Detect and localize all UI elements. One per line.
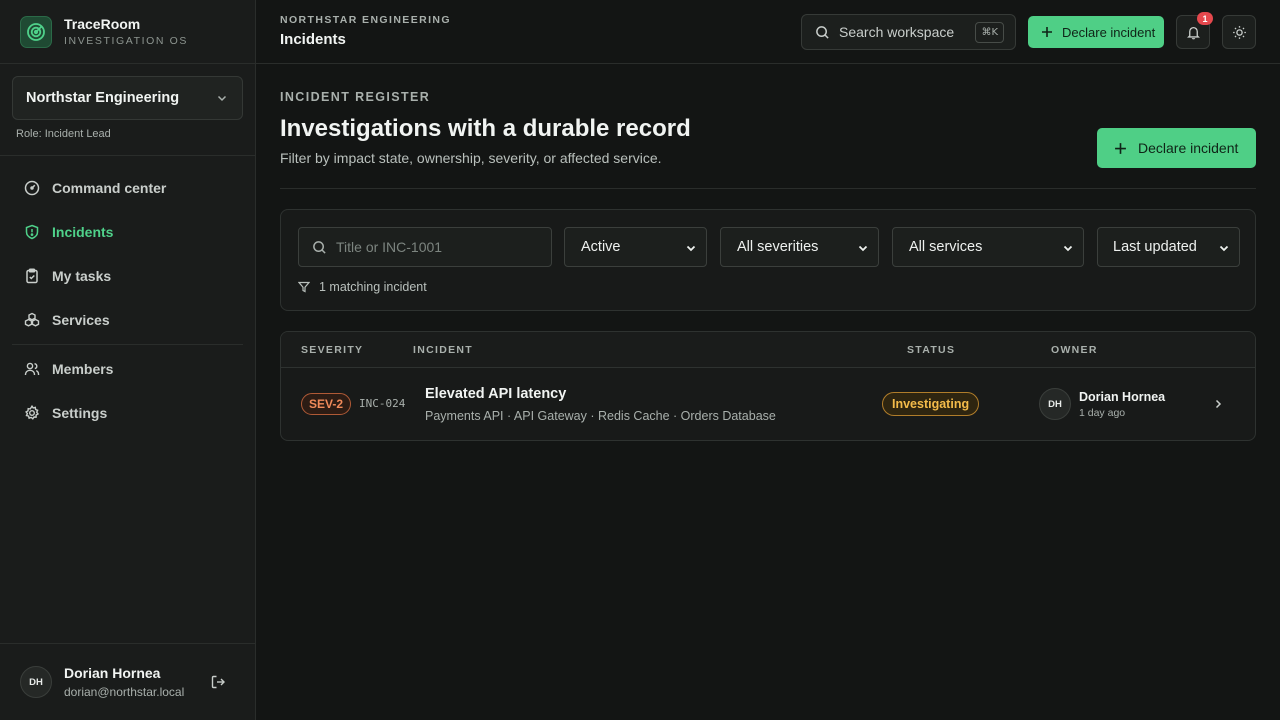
incidents-table: SEVERITY INCIDENT STATUS OWNER SEV-2 INC… <box>280 331 1256 441</box>
sidebar-item-label: My tasks <box>52 268 112 284</box>
declare-incident-label: Declare incident <box>1062 24 1156 40</box>
sidebar-item-label: Settings <box>52 405 108 421</box>
clipboard-icon <box>24 268 40 284</box>
sidebar: TraceRoom INVESTIGATION OS Northstar Eng… <box>0 0 256 720</box>
declare-incident-button[interactable]: Declare incident <box>1097 128 1256 168</box>
sidebar-item-incidents[interactable]: Incidents <box>12 214 243 250</box>
table-row[interactable]: SEV-2 INC-024 Elevated API latency Payme… <box>281 368 1255 440</box>
severity-select[interactable]: All severities <box>720 227 879 267</box>
sun-icon <box>1232 25 1247 40</box>
chevron-down-icon <box>857 242 869 254</box>
sidebar-item-services[interactable]: Services <box>12 302 243 338</box>
incident-id: INC-024 <box>359 397 406 410</box>
workspace-switcher[interactable]: Northstar Engineering <box>12 76 243 120</box>
search-shortcut: ⌘K <box>975 22 1004 43</box>
table-header: SEVERITY INCIDENT STATUS OWNER <box>281 332 1255 368</box>
match-count: 1 matching incident <box>298 280 427 294</box>
logout-icon[interactable] <box>210 674 226 690</box>
filter-panel: Title or INC-1001 Active All severities … <box>280 209 1256 311</box>
sort-select-value: Last updated <box>1113 239 1197 255</box>
users-icon <box>24 361 40 377</box>
owner-name: Dorian Hornea <box>1079 390 1166 404</box>
column-header-severity[interactable]: SEVERITY <box>301 344 363 356</box>
user-email: dorian@northstar.local <box>64 685 185 699</box>
radar-icon <box>20 15 52 48</box>
incident-services: Payments API · API Gateway · Redis Cache… <box>425 409 776 423</box>
topbar: NORTHSTAR ENGINEERING Incidents Search w… <box>256 0 1280 64</box>
service-select[interactable]: All services <box>892 227 1084 267</box>
org-label: NORTHSTAR ENGINEERING <box>280 14 451 26</box>
owner-avatar: DH <box>1039 388 1071 420</box>
gauge-icon <box>24 180 40 196</box>
match-count-text: 1 matching incident <box>319 280 427 294</box>
plus-icon <box>1041 26 1053 38</box>
gear-icon <box>24 405 40 421</box>
declare-incident-button[interactable]: Declare incident <box>1028 16 1164 48</box>
column-header-status[interactable]: STATUS <box>907 344 955 356</box>
chevron-down-icon <box>1218 242 1230 254</box>
brand-name: TraceRoom <box>64 16 141 32</box>
search-label: Search workspace <box>839 24 955 40</box>
status-badge: Investigating <box>882 392 980 416</box>
section-title: Investigations with a durable record <box>280 115 691 142</box>
sidebar-item-label: Command center <box>52 180 167 196</box>
page-title: Incidents <box>280 31 346 48</box>
updated-time: 1 day ago <box>1079 407 1126 419</box>
workspace-role: Role: Incident Lead <box>16 128 111 140</box>
divider <box>12 344 243 345</box>
plus-icon <box>1114 142 1127 155</box>
state-select-value: Active <box>581 239 621 255</box>
user-footer: DH Dorian Hornea dorian@northstar.local <box>0 643 255 720</box>
search-placeholder: Title or INC-1001 <box>336 239 443 255</box>
sort-select[interactable]: Last updated <box>1097 227 1240 267</box>
search-icon <box>312 240 327 255</box>
boxes-icon <box>24 312 40 328</box>
incident-title[interactable]: Elevated API latency <box>425 386 566 402</box>
brand-subtitle: INVESTIGATION OS <box>64 35 189 47</box>
section-subtitle: Filter by impact state, ownership, sever… <box>280 150 662 166</box>
service-select-value: All services <box>909 239 983 255</box>
sidebar-item-settings[interactable]: Settings <box>12 395 243 431</box>
incident-search-input[interactable]: Title or INC-1001 <box>298 227 552 267</box>
search-button[interactable]: Search workspace ⌘K <box>801 14 1016 50</box>
declare-incident-label: Declare incident <box>1138 140 1239 156</box>
avatar[interactable]: DH <box>20 666 52 698</box>
brand[interactable]: TraceRoom INVESTIGATION OS <box>0 0 255 64</box>
column-header-incident[interactable]: INCIDENT <box>413 344 473 356</box>
column-header-owner[interactable]: OWNER <box>1051 344 1098 356</box>
severity-badge: SEV-2 <box>301 393 351 415</box>
theme-toggle-button[interactable] <box>1222 15 1256 49</box>
chevron-down-icon <box>685 242 697 254</box>
notification-badge: 1 <box>1197 12 1213 25</box>
shield-icon <box>24 224 40 240</box>
chevron-down-icon <box>1062 242 1074 254</box>
severity-select-value: All severities <box>737 239 819 255</box>
filter-icon <box>298 281 310 293</box>
sidebar-item-members[interactable]: Members <box>12 351 243 387</box>
chevron-right-icon[interactable] <box>1212 398 1224 410</box>
divider <box>0 155 255 156</box>
sidebar-item-label: Members <box>52 361 114 377</box>
search-icon <box>815 25 830 40</box>
sidebar-item-label: Services <box>52 312 110 328</box>
state-select[interactable]: Active <box>564 227 707 267</box>
divider <box>280 188 1256 189</box>
bell-icon <box>1186 25 1201 40</box>
workspace-name: Northstar Engineering <box>26 90 180 106</box>
chevron-down-icon <box>216 92 228 104</box>
sidebar-item-label: Incidents <box>52 224 114 240</box>
user-name: Dorian Hornea <box>64 665 161 681</box>
section-eyebrow: INCIDENT REGISTER <box>280 90 431 104</box>
sidebar-item-command-center[interactable]: Command center <box>12 170 243 206</box>
sidebar-item-my-tasks[interactable]: My tasks <box>12 258 243 294</box>
